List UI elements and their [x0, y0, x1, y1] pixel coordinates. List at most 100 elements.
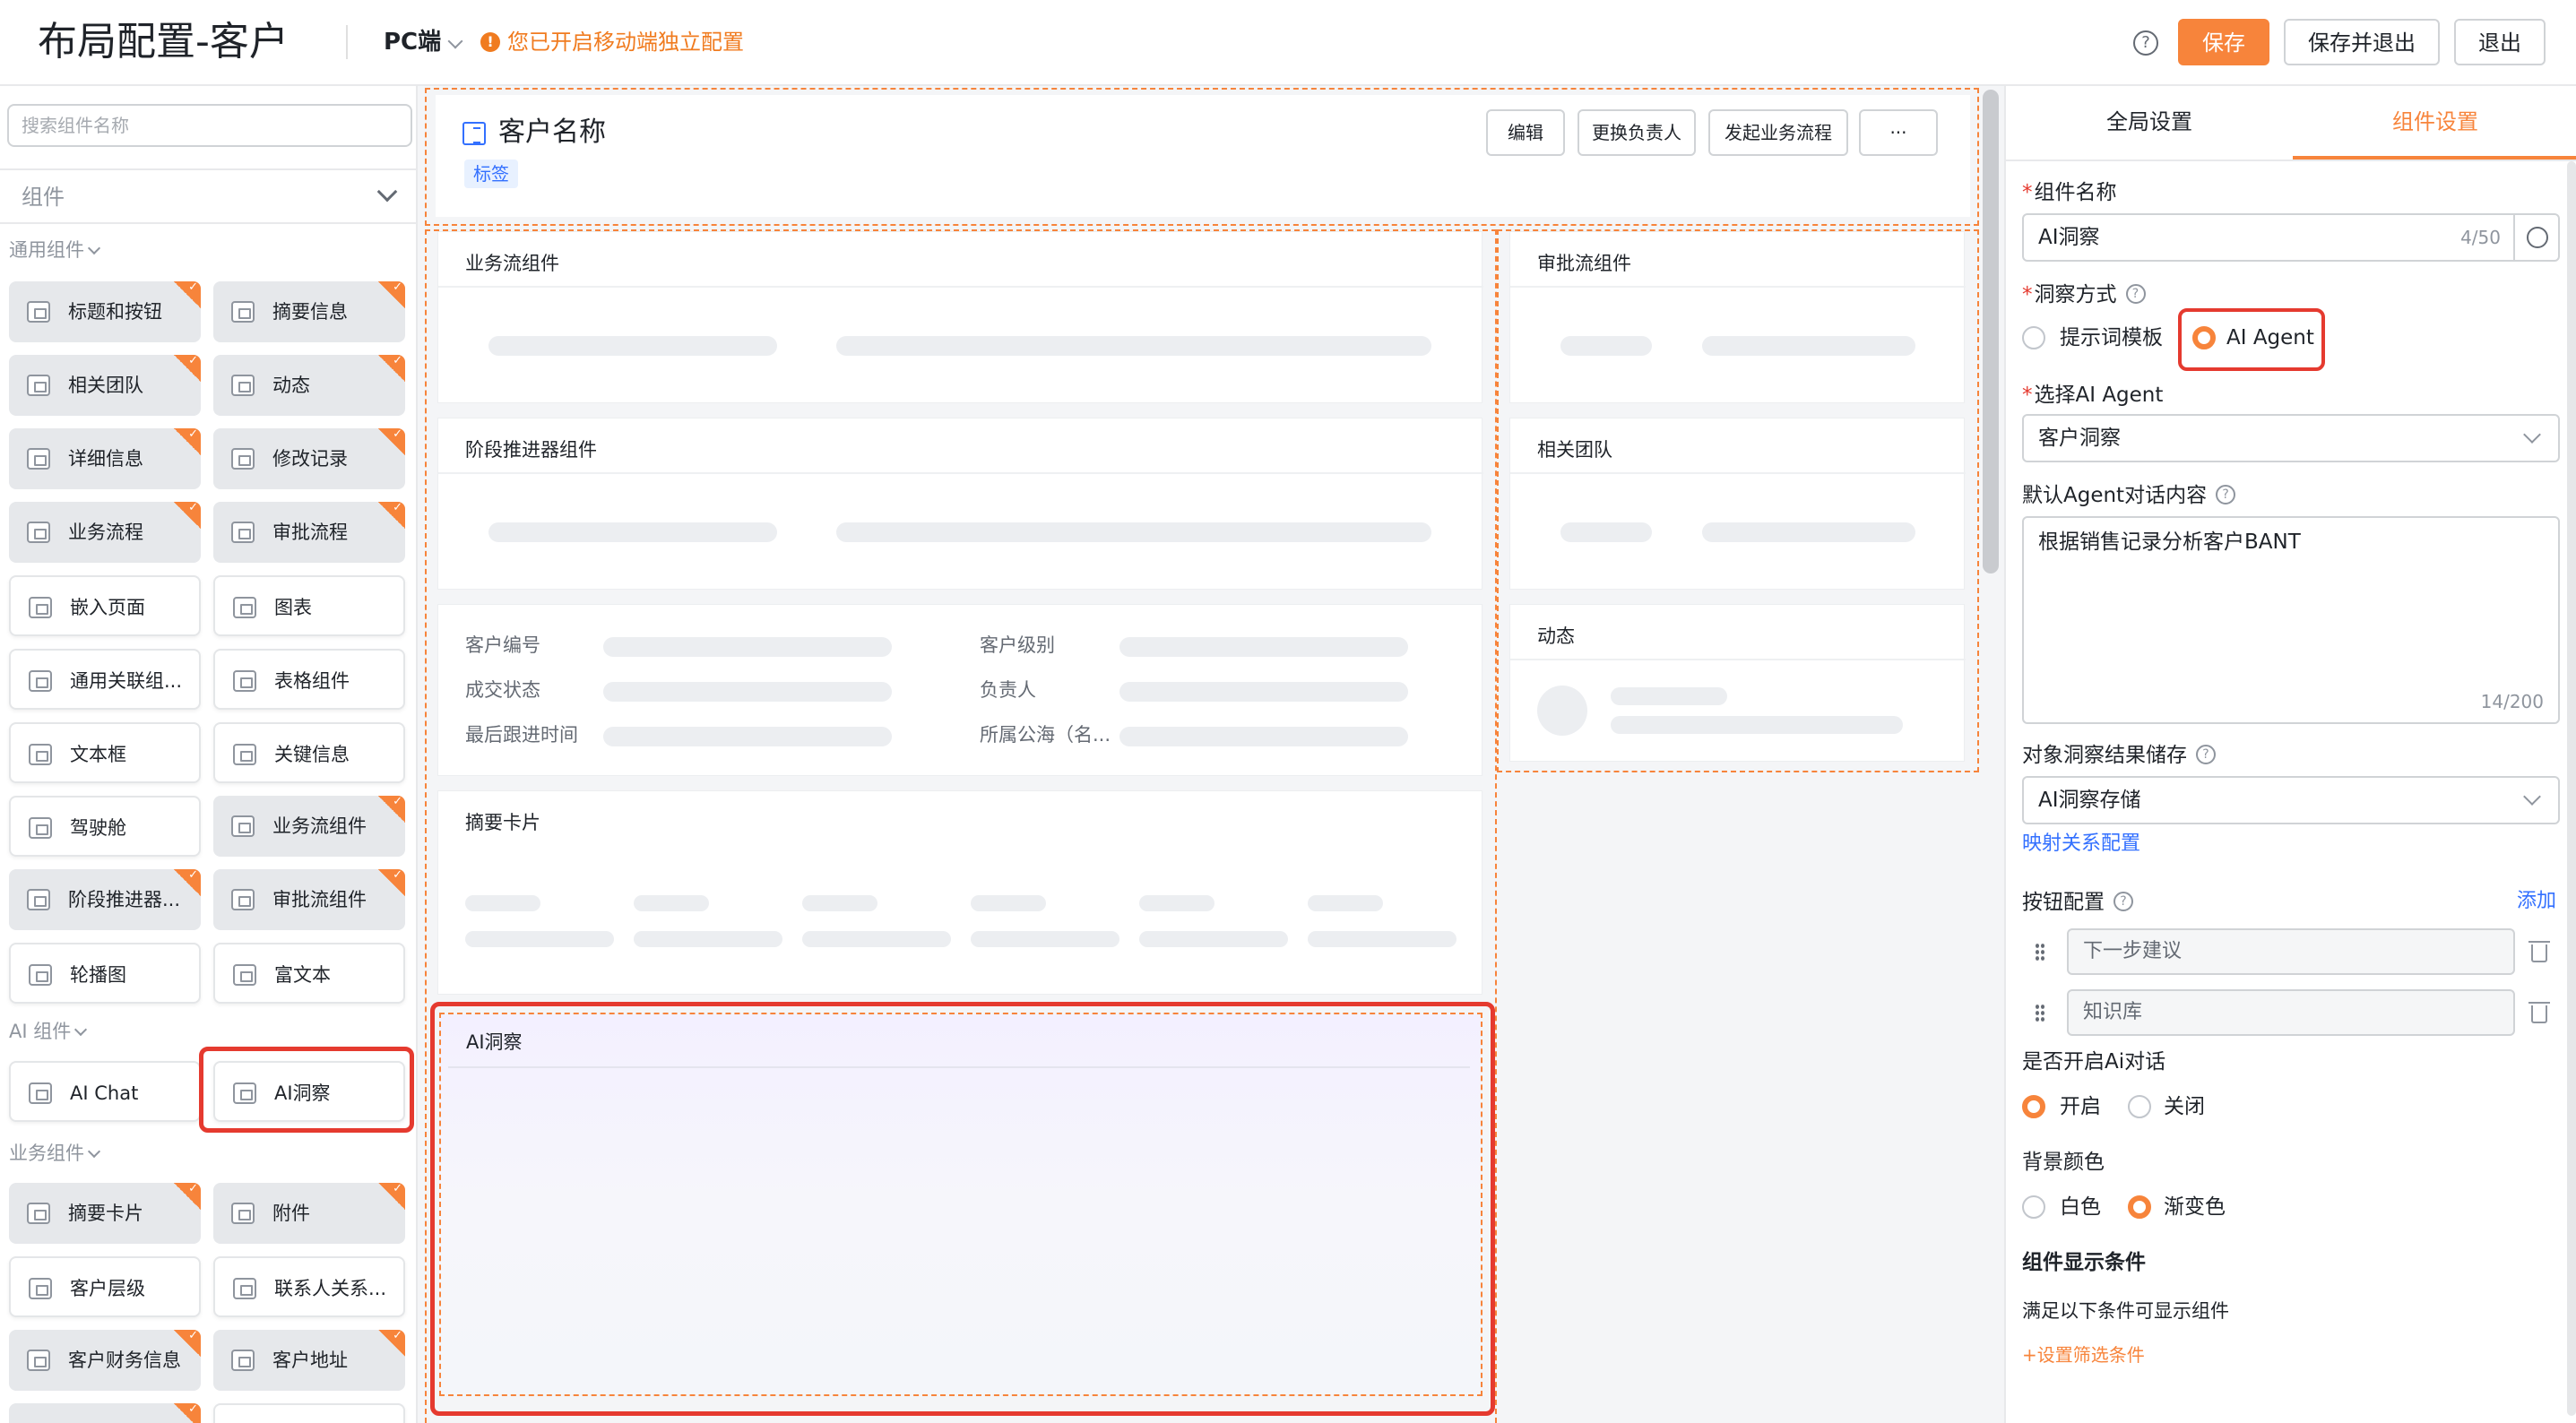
tab-component-settings[interactable]: 组件设置	[2293, 86, 2576, 160]
component-tile[interactable]: 嵌入页面	[9, 575, 201, 636]
radio-prompt-template[interactable]	[2022, 326, 2045, 349]
component-tile[interactable]: 客户财务信息	[9, 1329, 201, 1391]
globe-icon[interactable]	[2513, 215, 2558, 260]
stage-progress-card[interactable]: 阶段推进器组件	[437, 418, 1483, 590]
detail-fields-card[interactable]: 客户编号 客户级别 成交状态 负责人 最后跟进时间 所属公海（名...	[437, 604, 1482, 776]
panel-scrollbar[interactable]	[2567, 161, 2576, 1416]
component-icon	[27, 375, 50, 396]
component-tile[interactable]: 摘要卡片	[9, 1182, 201, 1244]
mapping-config-link[interactable]: 映射关系配置	[2022, 830, 2140, 858]
approval-flow-card[interactable]: 审批流组件	[1509, 231, 1966, 403]
component-icon	[233, 597, 256, 618]
button-item-input[interactable]: 知识库	[2067, 989, 2515, 1036]
component-group-select[interactable]: 组件	[0, 168, 416, 224]
change-owner-button[interactable]: 更换负责人	[1578, 109, 1696, 156]
help-icon[interactable]: ?	[2125, 283, 2146, 304]
component-tile[interactable]	[213, 1403, 405, 1423]
default-content-textarea[interactable]: 根据销售记录分析客户BANT 14/200	[2022, 516, 2560, 724]
component-tile[interactable]: 轮播图	[9, 943, 201, 1004]
radio-chat-on[interactable]	[2022, 1095, 2045, 1118]
skeleton-bar	[465, 895, 540, 911]
skeleton-bar	[971, 895, 1046, 911]
component-tile[interactable]: 富文本	[213, 943, 405, 1004]
more-button[interactable]: ···	[1859, 109, 1938, 156]
component-tile[interactable]: 摘要信息	[213, 280, 405, 342]
component-tile[interactable]: 表格组件	[213, 649, 405, 710]
component-icon	[27, 1350, 50, 1371]
component-tile-ai-chat[interactable]: AI Chat	[9, 1061, 201, 1122]
component-tile[interactable]: 附件	[213, 1182, 405, 1244]
field-label: 客户编号	[465, 634, 540, 656]
help-icon[interactable]: ?	[2196, 744, 2216, 764]
component-tile[interactable]: 文本框	[9, 722, 201, 783]
component-tile[interactable]	[9, 1402, 201, 1423]
result-storage-value: AI洞察存储	[2038, 789, 2141, 812]
save-button[interactable]: 保存	[2178, 19, 2269, 65]
button-item-input[interactable]: 下一步建议	[2067, 928, 2515, 975]
component-tile[interactable]: 阶段推进器...	[9, 868, 201, 930]
edit-button[interactable]: 编辑	[1486, 109, 1565, 156]
component-tile[interactable]: 业务流程	[9, 501, 201, 563]
card-divider	[1510, 286, 1966, 288]
chevron-down-icon[interactable]	[447, 33, 463, 49]
help-icon[interactable]: ?	[2114, 891, 2133, 911]
section-business[interactable]: 业务组件	[9, 1140, 101, 1167]
drag-handle-icon[interactable]	[2035, 943, 2045, 962]
help-icon[interactable]: ?	[2133, 30, 2158, 56]
component-tile[interactable]: 详细信息	[9, 427, 201, 489]
component-tile[interactable]: 业务流组件	[213, 795, 405, 857]
device-switch[interactable]: PC端	[384, 25, 441, 59]
component-tile[interactable]: 通用关联组...	[9, 649, 201, 710]
canvas-scrollbar[interactable]	[1983, 90, 1999, 574]
component-tile[interactable]: 客户层级	[9, 1256, 201, 1317]
skeleton-bar	[1560, 336, 1652, 356]
component-icon	[231, 301, 255, 323]
drag-handle-icon[interactable]	[2035, 1004, 2045, 1023]
component-tile[interactable]: 修改记录	[213, 427, 405, 489]
business-flow-card[interactable]: 业务流组件	[437, 231, 1483, 403]
component-tile[interactable]: 标题和按钮	[9, 280, 201, 342]
section-ai[interactable]: AI 组件	[9, 1018, 88, 1045]
component-search-input[interactable]: 搜索组件名称	[7, 104, 412, 147]
team-card[interactable]: 相关团队	[1509, 418, 1966, 590]
component-tile[interactable]: 审批流程	[213, 501, 405, 563]
component-icon	[27, 522, 50, 543]
card-divider	[438, 472, 1483, 474]
radio-bg-gradient[interactable]	[2128, 1195, 2151, 1219]
set-filter-link[interactable]: +设置筛选条件	[2022, 1341, 2145, 1369]
component-tile[interactable]: 驾驶舱	[9, 796, 201, 857]
save-and-exit-button[interactable]: 保存并退出	[2284, 19, 2440, 65]
radio-bg-white[interactable]	[2022, 1195, 2045, 1219]
component-tile[interactable]: 联系人关系...	[213, 1256, 405, 1317]
mobile-config-notice: 您已开启移动端独立配置	[507, 30, 744, 55]
section-general[interactable]: 通用组件	[9, 237, 101, 263]
component-name-value: AI洞察	[2038, 226, 2100, 249]
component-tile[interactable]: 图表	[213, 575, 405, 636]
component-icon	[231, 1203, 255, 1224]
add-button-link[interactable]: 添加	[2517, 887, 2556, 916]
result-storage-select[interactable]: AI洞察存储	[2022, 776, 2560, 824]
skeleton-bar	[634, 895, 709, 911]
dynamic-card[interactable]: 动态	[1509, 604, 1966, 762]
agent-select[interactable]: 客户洞察	[2022, 414, 2560, 462]
component-tile[interactable]: 审批流组件	[213, 868, 405, 930]
component-tile[interactable]: 动态	[213, 354, 405, 416]
component-tile[interactable]: 关键信息	[213, 722, 405, 783]
insight-method-label-text: 洞察方式	[2034, 283, 2117, 306]
start-flow-button[interactable]: 发起业务流程	[1708, 109, 1848, 156]
skeleton-bar	[1308, 931, 1457, 947]
help-icon[interactable]: ?	[2216, 484, 2236, 505]
skeleton-bar	[1702, 336, 1915, 356]
skeleton-bar	[634, 931, 782, 947]
card-divider	[1510, 472, 1966, 474]
delete-icon[interactable]	[2528, 1002, 2550, 1023]
summary-card[interactable]: 摘要卡片	[437, 790, 1482, 995]
tab-global-settings[interactable]: 全局设置	[2006, 86, 2293, 160]
delete-icon[interactable]	[2528, 941, 2550, 962]
component-name-input[interactable]: AI洞察 4/50	[2022, 213, 2560, 262]
radio-chat-off[interactable]	[2128, 1095, 2151, 1118]
component-tile[interactable]: 相关团队	[9, 354, 201, 416]
component-tile[interactable]: 客户地址	[213, 1329, 405, 1391]
page-title: 布局配置-客户	[38, 19, 289, 65]
exit-button[interactable]: 退出	[2454, 19, 2546, 65]
